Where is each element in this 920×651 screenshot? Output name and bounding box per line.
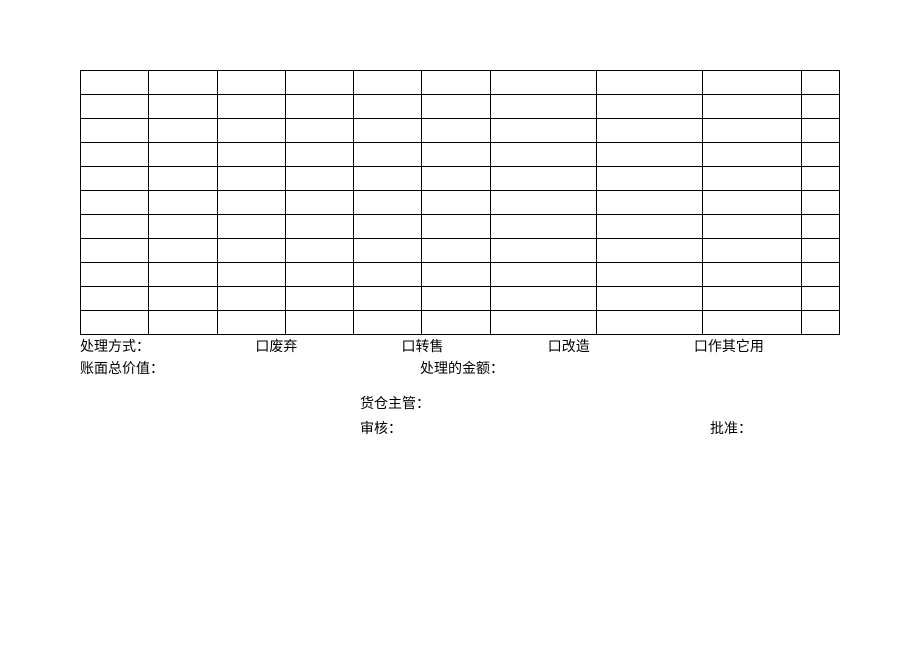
- option-discard: 口废弃: [255, 337, 401, 359]
- table-row: [81, 263, 840, 287]
- warehouse-supervisor-label: 货仓主管：: [360, 392, 840, 417]
- approve-label: 批准：: [710, 417, 752, 442]
- table-row: [81, 311, 840, 335]
- disposal-method-row: 处理方式： 口废弃 口转售 口改造 口作其它用: [80, 337, 840, 359]
- table-row: [81, 143, 840, 167]
- book-value-label: 账面总价值：: [80, 359, 420, 381]
- table-row: [81, 71, 840, 95]
- signature-block: 货仓主管： 审核： 批准：: [80, 392, 840, 442]
- option-remodel: 口改造: [548, 337, 694, 359]
- table-row: [81, 239, 840, 263]
- option-resell: 口转售: [402, 337, 548, 359]
- table-row: [81, 215, 840, 239]
- table-row: [81, 95, 840, 119]
- document-page: 处理方式： 口废弃 口转售 口改造 口作其它用 账面总价值： 处理的金额： 货仓…: [0, 0, 920, 442]
- disposal-amount-label: 处理的金额：: [420, 359, 504, 381]
- table-row: [81, 119, 840, 143]
- disposal-method-label: 处理方式：: [80, 337, 255, 359]
- table-row: [81, 191, 840, 215]
- review-label: 审核：: [360, 417, 710, 442]
- table-row: [81, 287, 840, 311]
- data-table: [80, 70, 840, 335]
- amount-row: 账面总价值： 处理的金额：: [80, 359, 840, 381]
- form-footer: 处理方式： 口废弃 口转售 口改造 口作其它用 账面总价值： 处理的金额： 货仓…: [80, 337, 840, 442]
- option-other-use: 口作其它用: [694, 337, 840, 359]
- table-row: [81, 167, 840, 191]
